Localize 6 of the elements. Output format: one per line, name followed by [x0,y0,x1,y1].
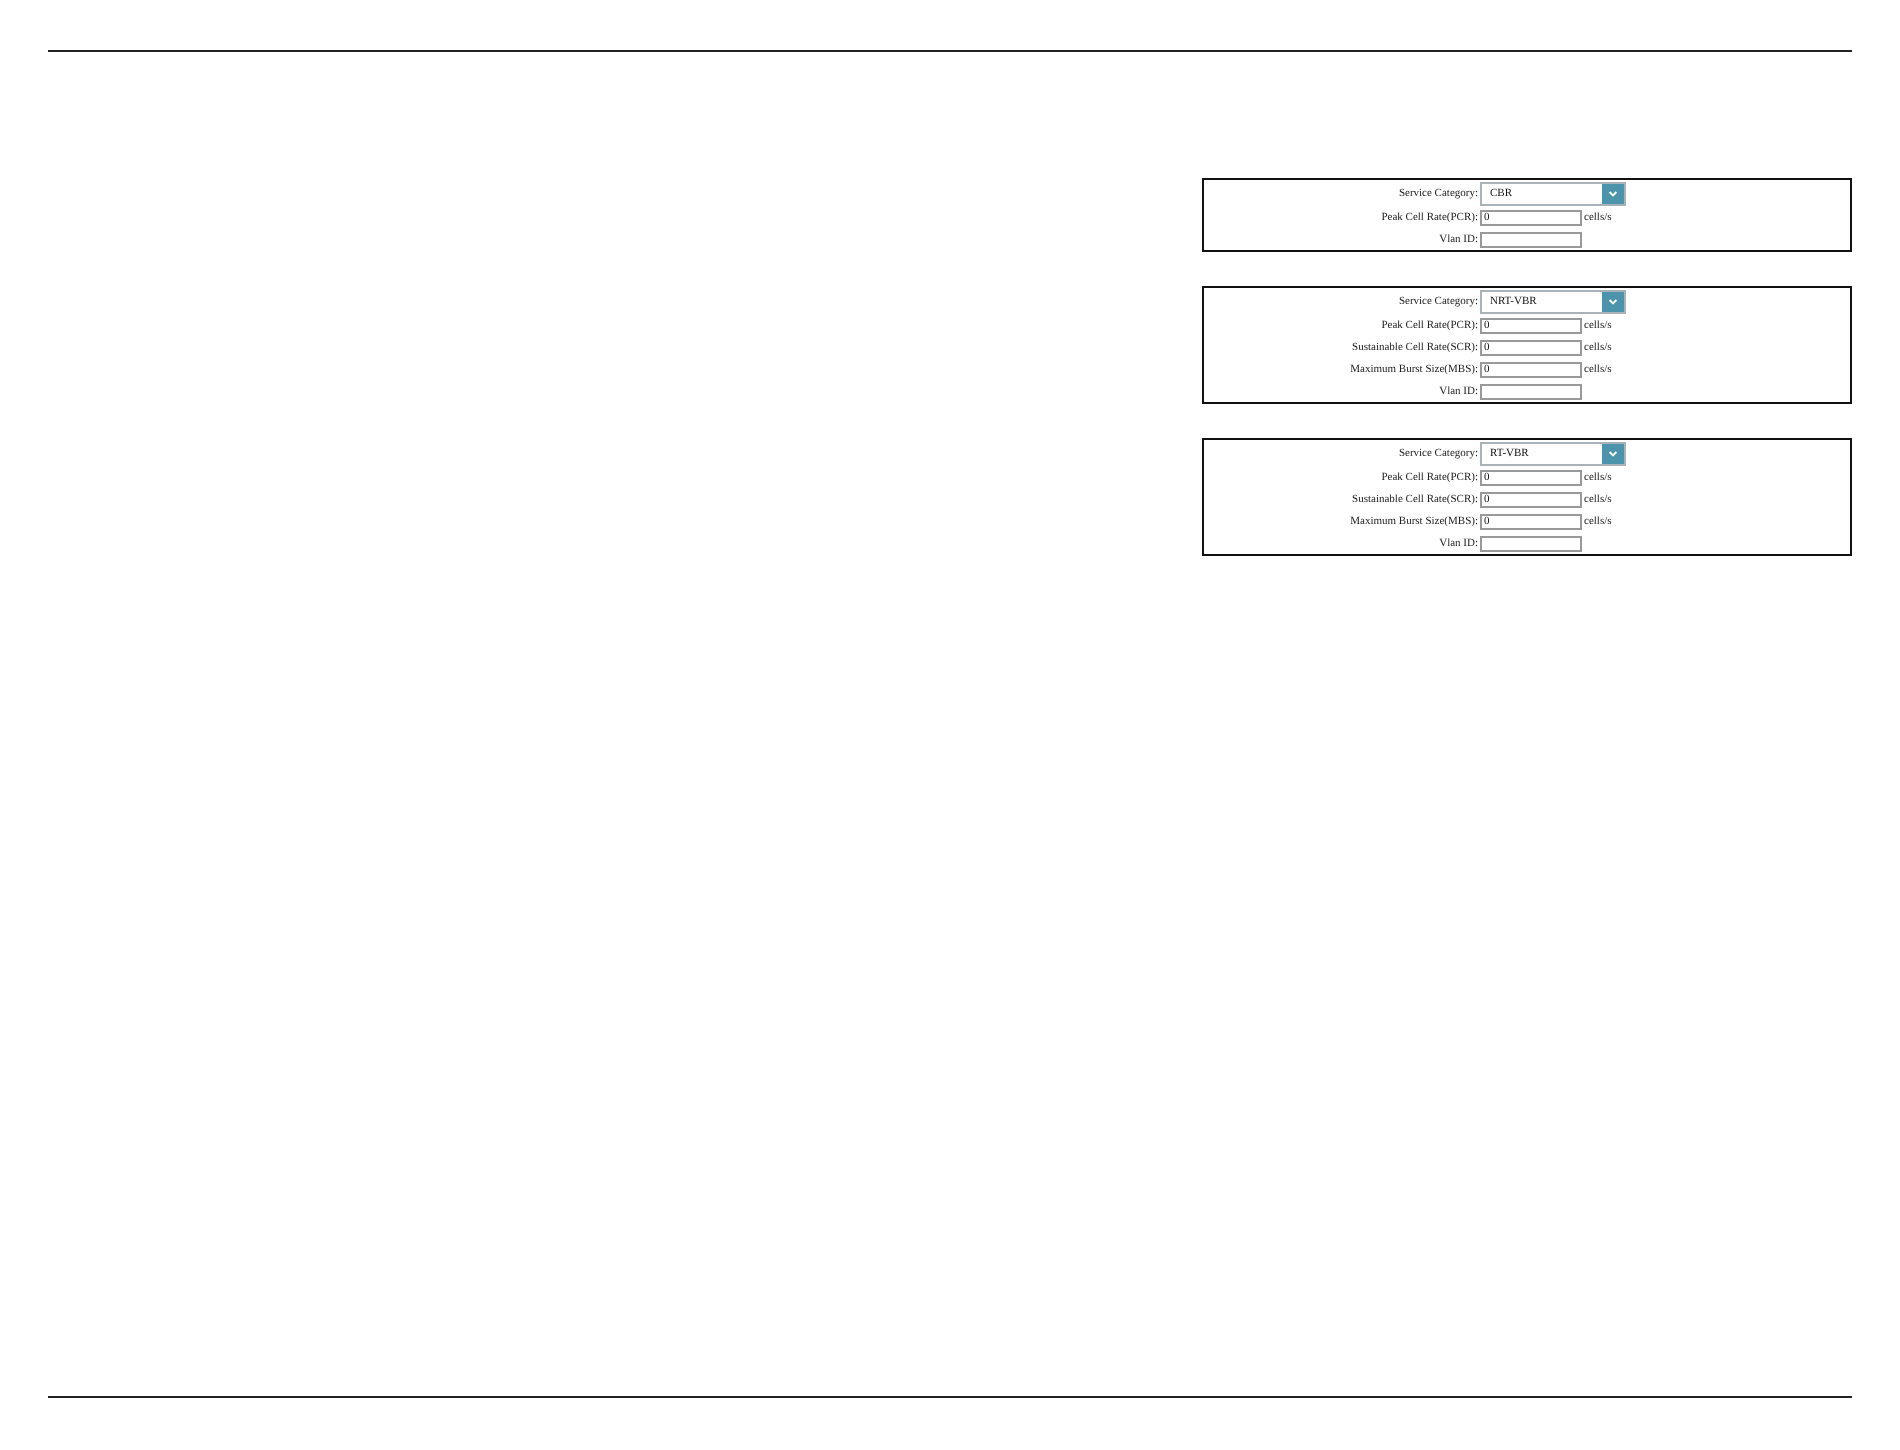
input-field[interactable] [1480,383,1582,399]
chevron-down-icon [1602,291,1624,311]
chevron-down-icon [1602,443,1624,463]
input-field[interactable] [1480,535,1582,551]
input-field[interactable] [1480,231,1582,247]
chevron-down-icon [1602,183,1624,203]
